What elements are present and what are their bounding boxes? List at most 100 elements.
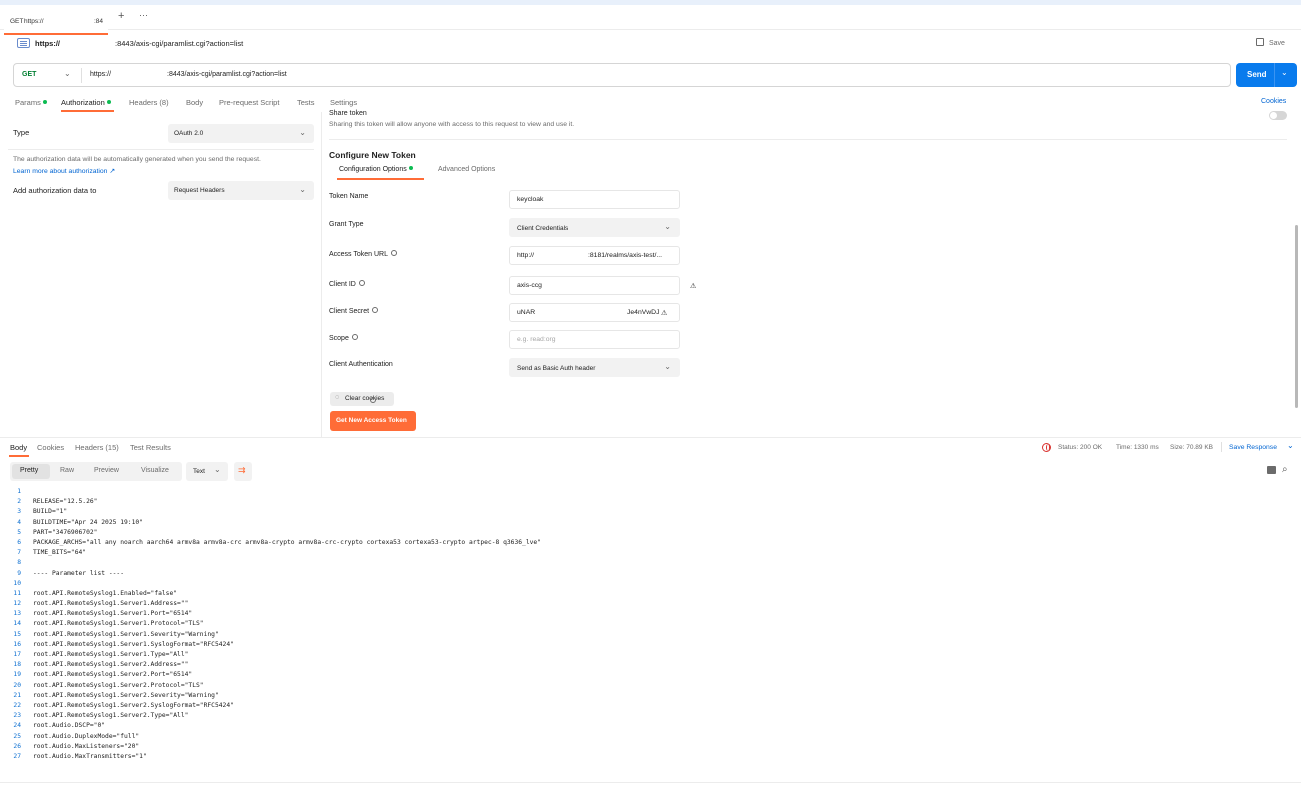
get-new-access-token-button[interactable]: Get New Access Token	[330, 411, 416, 431]
cookies-link[interactable]: Cookies	[1261, 98, 1286, 105]
line-text: TIME_BITS="64"	[33, 549, 87, 557]
share-token-toggle[interactable]	[1269, 111, 1287, 120]
resp-tab-headers[interactable]: Headers (15)	[75, 443, 119, 452]
grant-type-label: Grant Type	[329, 221, 364, 228]
client-auth-select[interactable]: Send as Basic Auth header ⌄	[509, 358, 680, 377]
add-auth-data-select[interactable]: Request Headers ⌄	[168, 181, 314, 200]
client-auth-value: Send as Basic Auth header	[517, 365, 596, 372]
save-button[interactable]: Save	[1256, 38, 1285, 47]
config-scrollbar[interactable]	[1295, 225, 1298, 408]
client-secret-label: Client Secret	[329, 307, 379, 315]
tab-params[interactable]: Params	[15, 98, 47, 107]
grant-type-value: Client Credentials	[517, 225, 569, 232]
params-indicator-dot	[42, 100, 47, 104]
clear-cookies-info[interactable]	[370, 396, 376, 405]
tab-pre-request-script[interactable]: Pre-request Script	[219, 98, 279, 107]
resp-tab-body[interactable]: Body	[10, 443, 27, 452]
response-status[interactable]: Status: 200 OK	[1058, 444, 1102, 451]
code-line: 8	[0, 558, 1301, 568]
config-indicator-dot	[408, 166, 413, 170]
access-token-url-host: http://	[517, 252, 535, 259]
client-secret-input[interactable]: uNAR Je4nVwDJ ⚠	[509, 303, 680, 322]
method-select[interactable]: GET	[22, 71, 36, 78]
info-icon[interactable]	[358, 280, 365, 286]
line-text: root.API.RemoteSyslog1.Server1.Address="…	[33, 600, 189, 608]
send-options-chevron-icon[interactable]: ⌄	[1281, 68, 1288, 77]
grant-type-select[interactable]: Client Credentials ⌄	[509, 218, 680, 237]
response-view-selector: Pretty Raw Preview Visualize	[10, 462, 182, 481]
client-id-label: Client ID	[329, 280, 365, 288]
chevron-down-icon: ⌄	[299, 185, 306, 194]
info-icon[interactable]	[372, 307, 379, 313]
warning-icon: ⚠	[661, 310, 668, 317]
format-select[interactable]: Text ⌄	[186, 462, 228, 481]
code-line: 12 root.API.RemoteSyslog1.Server1.Address…	[0, 599, 1301, 609]
clear-cookies-button[interactable]: ◌ Clear cookies	[330, 392, 394, 406]
info-icon[interactable]	[391, 250, 398, 256]
line-text: BUILD="1"	[33, 508, 68, 516]
copy-icon[interactable]	[1267, 466, 1276, 474]
active-tab-indicator	[61, 110, 114, 112]
tab-advanced-options[interactable]: Advanced Options	[438, 166, 495, 173]
tab-tests[interactable]: Tests	[297, 98, 315, 107]
url-input-host[interactable]: https://	[90, 71, 111, 78]
share-divider	[329, 139, 1287, 140]
response-body[interactable]: 1 2 RELEASE="12.5.26" 3 BUILD="1" 4 BUILDTIME=…	[0, 487, 1301, 782]
line-number: 1	[17, 488, 21, 495]
token-name-input[interactable]: keycloak	[509, 190, 680, 209]
line-number: 3	[17, 508, 21, 516]
configure-heading: Configure New Token	[329, 150, 416, 160]
response-time[interactable]: Time: 1330 ms	[1116, 444, 1159, 451]
client-id-input[interactable]: axis-ccg ⚠	[509, 276, 696, 295]
wrap-lines-button[interactable]: ⇉	[234, 462, 252, 481]
code-line: 1	[0, 487, 1301, 497]
code-line: 7 TIME_BITS="64"	[0, 548, 1301, 558]
resp-tab-cookies[interactable]: Cookies	[37, 443, 64, 452]
auth-divider	[8, 149, 314, 150]
search-icon[interactable]: ⌕	[1282, 464, 1288, 475]
info-icon[interactable]	[351, 334, 358, 340]
response-size[interactable]: Size: 70.89 KB	[1170, 444, 1213, 451]
learn-more-link[interactable]: Learn more about authorization ↗	[13, 167, 115, 175]
view-preview[interactable]: Preview	[94, 467, 119, 474]
globe-icon[interactable]	[1042, 443, 1051, 452]
new-tab-plus-icon[interactable]: +	[118, 10, 124, 22]
chevron-down-icon[interactable]: ⌄	[64, 69, 71, 78]
tab-title: https://	[24, 18, 44, 25]
code-line: 2 RELEASE="12.5.26"	[0, 497, 1301, 507]
auth-type-select[interactable]: OAuth 2.0 ⌄	[168, 124, 314, 143]
tab-settings[interactable]: Settings	[330, 98, 357, 107]
code-line: 14 root.API.RemoteSyslog1.Server1.Protoco…	[0, 619, 1301, 629]
chevron-down-icon: ⌄	[214, 465, 221, 474]
more-tabs-ellipsis-icon[interactable]: ···	[139, 10, 148, 20]
tab-body[interactable]: Body	[186, 98, 203, 107]
line-text: ---- Parameter list ----	[33, 569, 124, 577]
line-text: root.API.RemoteSyslog1.Server2.Address="…	[33, 661, 189, 669]
view-pretty[interactable]: Pretty	[20, 467, 38, 474]
scope-input[interactable]: e.g. read:org	[509, 330, 680, 349]
breadcrumb-host[interactable]: https://	[35, 39, 60, 48]
breadcrumb-path[interactable]: :8443/axis-cgi/paramlist.cgi?action=list	[115, 39, 243, 48]
info-icon[interactable]	[370, 397, 376, 403]
send-button[interactable]: Send ⌄	[1236, 63, 1297, 87]
url-input-path[interactable]: :8443/axis-cgi/paramlist.cgi?action=list	[167, 71, 287, 78]
url-divider	[81, 68, 82, 83]
tab-authorization[interactable]: Authorization	[61, 98, 111, 107]
line-number: 26	[13, 742, 21, 750]
line-number: 8	[17, 559, 21, 567]
view-visualize[interactable]: Visualize	[141, 467, 169, 474]
tab-headers[interactable]: Headers (8)	[129, 98, 169, 107]
request-tab[interactable]: GET https:// :84	[4, 10, 108, 35]
line-text: root.API.RemoteSyslog1.Server1.Protocol=…	[33, 620, 204, 628]
code-line: 15 root.API.RemoteSyslog1.Server1.Severit…	[0, 630, 1301, 640]
code-line: 16 root.API.RemoteSyslog1.Server1.SyslogF…	[0, 640, 1301, 650]
save-response-button[interactable]: Save Response	[1229, 444, 1277, 451]
client-auth-label: Client Authentication	[329, 361, 393, 368]
view-raw[interactable]: Raw	[60, 467, 74, 474]
tab-configuration-options[interactable]: Configuration Options	[339, 166, 413, 173]
access-token-url-input[interactable]: http://:8181/realms/axis-test/...	[509, 246, 680, 265]
get-token-label: Get New Access Token	[336, 417, 407, 424]
resp-tab-test-results[interactable]: Test Results	[130, 443, 171, 452]
chevron-down-icon[interactable]: ⌄	[1287, 441, 1294, 450]
code-line: 3 BUILD="1"	[0, 507, 1301, 517]
